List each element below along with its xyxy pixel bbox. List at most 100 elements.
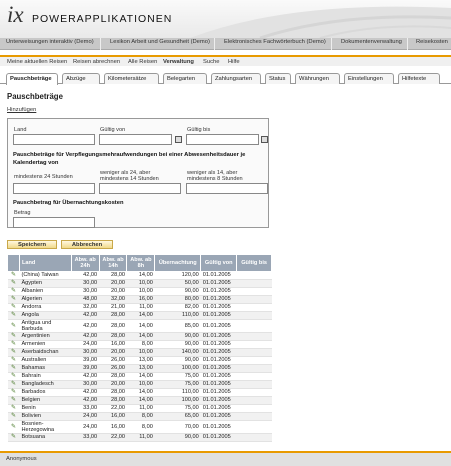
cell-gueltig-von: 01.01.2005: [200, 388, 237, 397]
tab-einstellungen[interactable]: Einstellungen: [344, 73, 394, 84]
tab-belegarten[interactable]: Belegarten: [163, 73, 207, 84]
nav-unterweisungen[interactable]: Unterweisungen interaktiv (Demo): [6, 39, 94, 45]
tab-zahlungsarten[interactable]: Zahlungsarten: [211, 73, 261, 84]
edit-icon[interactable]: ✎: [7, 319, 20, 333]
cell-gueltig-von: 01.01.2005: [200, 396, 237, 405]
cell-land: Ägypten: [19, 279, 72, 288]
table-row: ✎ Belgien 42,00 28,00 14,00 100,00 01.01.2005: [7, 396, 272, 405]
edit-icon[interactable]: ✎: [7, 404, 20, 413]
cell-uebernachtung: 80,00: [154, 295, 201, 304]
cell-gueltig-von: 01.01.2005: [200, 340, 237, 349]
cell-abw24: 42,00: [71, 388, 100, 397]
nav-separator: [100, 38, 101, 50]
save-button[interactable]: Speichern: [7, 240, 57, 249]
edit-icon[interactable]: ✎: [7, 396, 20, 405]
cell-land: Angola: [19, 311, 72, 320]
nav-reisekosten[interactable]: Reisekosten: [416, 39, 448, 45]
cell-abw24: 42,00: [71, 372, 100, 381]
col-header-abw24[interactable]: Abw. ab 24h: [70, 254, 100, 272]
subnav-alle-reisen[interactable]: Alle Reisen: [128, 59, 157, 65]
edit-icon[interactable]: ✎: [7, 420, 20, 434]
edit-icon[interactable]: ✎: [7, 348, 20, 357]
cell-abw14: 26,00: [99, 356, 127, 365]
cell-gueltig-von: 01.01.2005: [200, 319, 237, 333]
cell-abw14: 22,00: [99, 404, 127, 413]
gueltig-von-input[interactable]: [99, 134, 172, 145]
subnav-hilfe[interactable]: Hilfe: [228, 59, 240, 65]
cell-gueltig-bis: [236, 356, 272, 365]
subnav-verwaltung[interactable]: Verwaltung: [163, 59, 194, 65]
nav-separator: [331, 38, 332, 50]
table-row: ✎ Barbados 42,00 28,00 14,00 110,00 01.01.2005: [7, 388, 272, 397]
cell-abw8: 8,00: [126, 412, 155, 421]
col-header-land[interactable]: Land: [18, 254, 72, 272]
pauschbetraege-table: Land Abw. ab 24h Abw. ab 14h Abw. ab 8h …: [7, 254, 272, 442]
edit-icon[interactable]: ✎: [7, 271, 20, 280]
gueltig-bis-input[interactable]: [186, 134, 259, 145]
table-row: ✎ Algerien 48,00 32,00 16,00 80,00 01.01.2005: [7, 295, 272, 304]
cell-land: Antigua und Barbuda: [19, 319, 72, 333]
cell-abw8: 8,00: [126, 340, 155, 349]
edit-icon[interactable]: ✎: [7, 433, 20, 442]
col-header-gueltig-bis[interactable]: Gültig bis: [236, 254, 272, 272]
cell-land: Bolivien: [19, 412, 72, 421]
tab-waehrungen[interactable]: Währungen: [295, 73, 340, 84]
edit-icon[interactable]: ✎: [7, 364, 20, 373]
col-header-uebernachtung[interactable]: Übernachtung: [154, 254, 202, 272]
edit-icon[interactable]: ✎: [7, 340, 20, 349]
edit-icon[interactable]: ✎: [7, 279, 20, 288]
header-decoration: [190, 6, 451, 38]
calendar-icon[interactable]: [261, 136, 268, 143]
tab-hilfetexte[interactable]: Hilfetexte: [398, 73, 440, 84]
subnav-meine-reisen[interactable]: Meine aktuellen Reisen: [7, 59, 67, 65]
edit-icon[interactable]: ✎: [7, 295, 20, 304]
betrag-input[interactable]: [13, 217, 95, 228]
nav-dokumentenverwaltung[interactable]: Dokumentenverwaltung: [341, 39, 402, 45]
calendar-icon[interactable]: [175, 136, 182, 143]
cell-gueltig-bis: [236, 303, 272, 312]
land-input[interactable]: [13, 134, 95, 145]
user-name: Anonymous: [6, 456, 37, 462]
cell-abw14: 28,00: [99, 396, 127, 405]
table-row: ✎ Aserbaidschan 30,00 20,00 10,00 140,00 01.01…: [7, 348, 272, 357]
edit-icon[interactable]: ✎: [7, 372, 20, 381]
edit-column-header: [7, 254, 20, 272]
cell-abw8: 14,00: [126, 388, 155, 397]
cell-gueltig-von: 01.01.2005: [200, 311, 237, 320]
edit-icon[interactable]: ✎: [7, 412, 20, 421]
edit-icon[interactable]: ✎: [7, 303, 20, 312]
subnav-reisen-abrechnen[interactable]: Reisen abrechnen: [73, 59, 120, 65]
table-container: Land Abw. ab 24h Abw. ab 14h Abw. ab 8h …: [0, 254, 451, 451]
cell-abw14: 28,00: [99, 388, 127, 397]
col-header-abw8[interactable]: Abw. ab 8h: [126, 254, 156, 272]
cell-uebernachtung: 65,00: [154, 412, 201, 421]
cell-abw8: 13,00: [126, 356, 155, 365]
cell-gueltig-bis: [236, 311, 272, 320]
edit-icon[interactable]: ✎: [7, 356, 20, 365]
abw-14h-input[interactable]: [99, 183, 181, 194]
edit-icon[interactable]: ✎: [7, 380, 20, 389]
cell-gueltig-von: 01.01.2005: [200, 364, 237, 373]
sub-navigation: Meine aktuellen Reisen Reisen abrechnen …: [0, 55, 451, 66]
tab-abzuege[interactable]: Abzüge: [62, 73, 100, 84]
tab-status[interactable]: Status: [265, 73, 291, 84]
cell-uebernachtung: 90,00: [154, 332, 201, 341]
subnav-suche[interactable]: Suche: [203, 59, 219, 65]
add-link[interactable]: Hinzufügen: [7, 107, 36, 113]
tab-kilometersaetze[interactable]: Kilometersätze: [104, 73, 159, 84]
cell-abw14: 28,00: [99, 311, 127, 320]
cell-gueltig-von: 01.01.2005: [200, 420, 237, 434]
edit-icon[interactable]: ✎: [7, 332, 20, 341]
edit-icon[interactable]: ✎: [7, 311, 20, 320]
edit-icon[interactable]: ✎: [7, 388, 20, 397]
nav-fachwoerterbuch[interactable]: Elektronisches Fachwörterbuch (Demo): [224, 39, 326, 45]
cell-abw14: 28,00: [99, 271, 127, 280]
nav-lexikon[interactable]: Lexikon Arbeit und Gesundheit (Demo): [110, 39, 210, 45]
tab-pauschbetraege[interactable]: Pauschbeträge: [6, 73, 58, 85]
col-header-gueltig-von[interactable]: Gültig von: [200, 254, 238, 272]
cancel-button[interactable]: Abbrechen: [61, 240, 113, 249]
edit-icon[interactable]: ✎: [7, 287, 20, 296]
col-header-abw14[interactable]: Abw. ab 14h: [98, 254, 128, 272]
abw-24h-input[interactable]: [13, 183, 95, 194]
abw-8h-input[interactable]: [186, 183, 268, 194]
